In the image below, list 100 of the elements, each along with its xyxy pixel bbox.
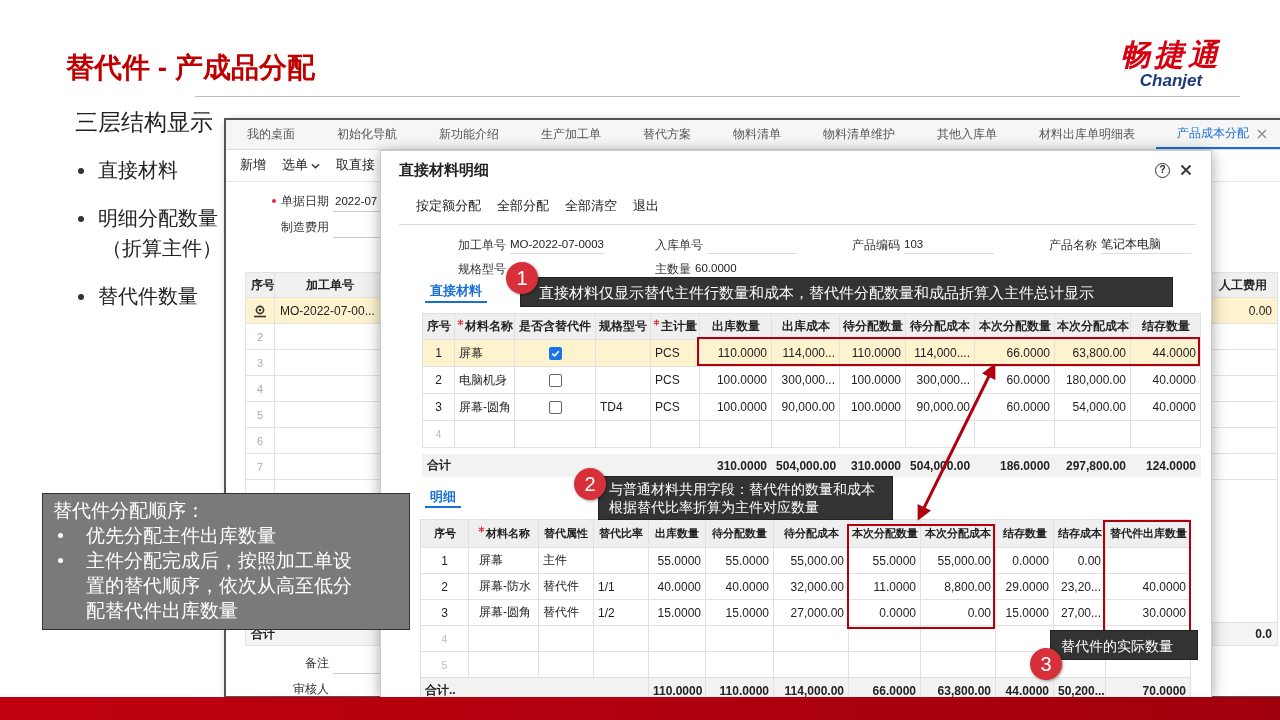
checkbox[interactable] (548, 374, 562, 388)
column-header: 出库数量 (699, 313, 772, 340)
table-cell: 50,200... (1058, 683, 1105, 697)
table-cell: 屏幕-防水 (479, 579, 531, 593)
toolbar-button[interactable]: 取直接 (336, 157, 375, 174)
column-header: 本次分配成本 (1054, 313, 1131, 340)
table-cell: 100.0000 (850, 400, 901, 414)
field-label: 产品名称 (1049, 236, 1097, 254)
row-number: 4 (256, 382, 264, 395)
tab[interactable]: 替代方案 (622, 120, 712, 149)
column-header: 本次分配数量 (974, 313, 1055, 340)
table-cell: PCS (655, 373, 680, 387)
table-cell: 32,000.00 (790, 579, 844, 594)
field-label: 审核人 (293, 680, 329, 696)
row-number: 1 (441, 553, 448, 568)
tab[interactable]: 其他入库单 (916, 120, 1018, 149)
toolbar-button[interactable]: 新增 (240, 157, 266, 174)
row-number: 4 (441, 632, 448, 645)
row-number: 2 (435, 373, 442, 387)
input-field[interactable]: 笔记本电脑 (1101, 236, 1191, 254)
table-cell: 90,000.00 (781, 400, 835, 414)
table-cell: 40.0000 (1152, 373, 1196, 387)
table-cell: 310.0000 (716, 458, 768, 473)
input-field[interactable]: MO-2022-07-0003 (510, 236, 604, 254)
tab[interactable]: 生产加工单 (520, 120, 622, 149)
tab[interactable]: 材料出库单明细表 (1018, 120, 1156, 149)
table-cell: 屏幕 (459, 345, 483, 360)
table-cell: 屏幕 (479, 553, 503, 567)
table-cell: 55,000.00 (937, 553, 991, 568)
toolbar-button[interactable]: 选单 (282, 157, 320, 174)
total-label: 合计.. (425, 683, 456, 697)
input-field[interactable]: 103 (904, 236, 994, 254)
table-cell: 0.0 (1255, 627, 1272, 641)
table-cell: 186.0000 (999, 458, 1051, 473)
row-number: 1 (435, 346, 442, 360)
field-label: 备注 (305, 654, 329, 672)
table-cell: 300,000... (916, 373, 970, 387)
table-cell: 11.0000 (873, 579, 916, 594)
table-cell: 29.0000 (1005, 579, 1049, 594)
table-row[interactable]: 2 电脑机身 PCS 100.0000 300,000... 100.0000 300,000... 60.0000 180,000.00 40.0000 (422, 366, 1201, 394)
note-text: 优先分配主件出库数量 (86, 524, 277, 548)
bullet-icon (58, 558, 63, 563)
table-cell: 100.0000 (850, 373, 901, 387)
table-row[interactable]: 3 屏幕-圆角 TD4 PCS 100.0000 90,000.00 100.0000 90,000.00 60.0000 54,000.00 40.0000 (422, 393, 1201, 421)
column-header: 替代比率 (593, 519, 649, 548)
table-cell: 40.0000 (657, 579, 701, 594)
toolbar-button[interactable]: 退出 (633, 198, 659, 215)
table-cell: 27,00... (1060, 605, 1101, 620)
row-number: 7 (256, 460, 264, 473)
tab[interactable]: 明细 (425, 488, 461, 508)
checkbox[interactable] (548, 401, 562, 415)
bullet-text: 明细分配数量 (98, 206, 219, 231)
slide-title: 替代件 - 产成品分配 (66, 51, 315, 85)
table-cell: 15.0000 (1005, 605, 1049, 620)
callout-box: 替代件的实际数量 (1050, 630, 1198, 660)
bullet-icon (78, 216, 84, 222)
table-cell: 54,000.00 (1072, 400, 1126, 414)
table-cell: PCS (655, 400, 680, 414)
table-cell: 8,800.00 (944, 579, 991, 594)
table-cell: 0.00 (967, 605, 991, 620)
table-cell: 1/2 (598, 605, 615, 620)
tab[interactable]: 直接材料 (425, 281, 487, 303)
toolbar-button[interactable]: 全部分配 (497, 198, 549, 215)
table-cell: 替代件 (543, 579, 579, 593)
tab[interactable]: 新功能介绍 (418, 120, 520, 149)
table-cell: 44.0000 (1005, 683, 1049, 697)
table-cell: 主件 (543, 553, 567, 567)
field-label: 主数量 (655, 260, 691, 278)
table-cell: 15.0000 (725, 605, 769, 620)
bullet-icon (58, 533, 63, 538)
dialog-title: 直接材料明细 (399, 160, 489, 180)
column-header: 待分配成本 (905, 313, 975, 340)
table-cell: 114,000.... (914, 346, 970, 360)
tab[interactable]: 初始化导航 (316, 120, 418, 149)
table-row[interactable]: 1 屏幕 PCS 110.0000 114,000... 110.0000 114,000.... 66.0000 63,800.00 44.0000 (422, 339, 1201, 367)
toolbar-button[interactable]: 按定额分配 (416, 198, 481, 215)
logo-subtitle: Chanjet (1139, 72, 1203, 90)
table-cell: 40.0000 (725, 579, 769, 594)
table-cell: 55.0000 (872, 553, 916, 568)
checkbox[interactable] (548, 347, 562, 361)
table-cell: 90,000.00 (916, 400, 970, 414)
table-cell: 66.0000 (1006, 346, 1050, 360)
tab[interactable]: 物料清单 (712, 120, 802, 149)
close-icon[interactable] (1180, 164, 1192, 176)
bullet-text: 替代件数量 (98, 284, 198, 309)
tab[interactable]: 我的桌面 (226, 120, 316, 149)
table-cell: 替代件 (543, 605, 579, 619)
field-label: 单据日期 (281, 192, 329, 210)
table-cell: 44.0000 (1152, 346, 1196, 360)
total-label: 合计 (427, 458, 451, 472)
table-cell: 55,000.00 (790, 553, 844, 568)
table-cell: 110.0000 (851, 346, 901, 360)
toolbar-button[interactable]: 全部清空 (565, 198, 617, 215)
tab[interactable]: 物料清单维护 (802, 120, 916, 149)
table-cell: 180,000.00 (1065, 373, 1126, 387)
table-cell: 27,000.00 (790, 605, 844, 620)
column-header: 结存成本 (1053, 519, 1106, 548)
row-number: 3 (441, 605, 448, 620)
column-header: 序号 (420, 519, 469, 548)
table-cell: 0.00 (1248, 303, 1272, 318)
